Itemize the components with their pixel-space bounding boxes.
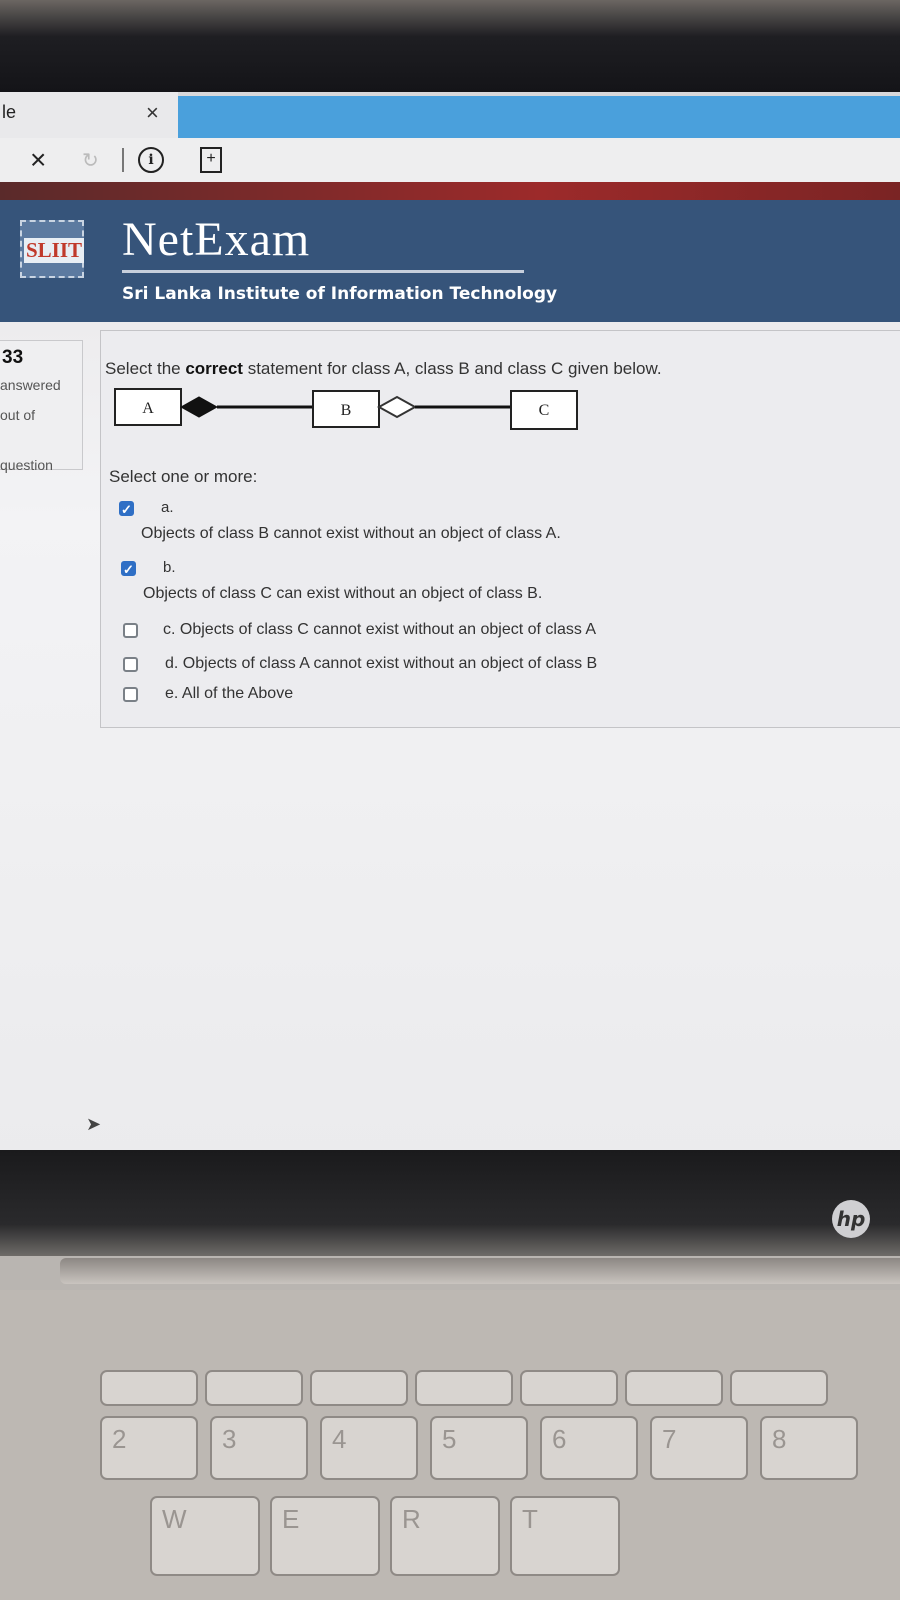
option-c-checkbox[interactable] [123,623,138,638]
composition-diamond [179,396,219,418]
keyboard: 2 3 4 5 6 7 8 W E R T [0,1290,900,1600]
prompt-text-start: Select the [105,359,186,378]
key-r: R [390,1496,500,1576]
hp-logo: hp [832,1200,870,1238]
key-2: 2 [100,1416,198,1480]
logo-text: SLIIT [24,238,85,263]
institute-name: Sri Lanka Institute of Information Techn… [122,284,558,304]
laptop-bezel-top [0,0,900,92]
key-e: E [270,1496,380,1576]
option-a-text: Objects of class B cannot exist without … [141,525,561,542]
mouse-cursor-icon: ➤ [86,1114,102,1134]
function-key [310,1370,408,1406]
question-info-panel: 33 answered out of question [0,340,83,473]
key-6: 6 [540,1416,638,1480]
laptop-hinge [60,1258,900,1284]
option-b-checkbox[interactable]: ✓ [121,561,136,576]
flag-question-label[interactable]: question [0,457,53,473]
function-key [520,1370,618,1406]
key-t: T [510,1496,620,1576]
tab-close-icon[interactable]: × [146,100,159,126]
tab-title: le [2,102,17,122]
question-status: answered [0,377,61,393]
option-e-checkbox[interactable] [123,687,138,702]
key-8: 8 [760,1416,858,1480]
site-header: SLIIT NetExam Sri Lanka Institute of Inf… [0,200,900,322]
browser-tab[interactable]: le × [0,92,178,138]
question-marks: out of [0,407,36,423]
question-number: 33 [2,347,24,368]
screen: le × × ↻ i + SLIIT NetExam Sri Lanka Ins… [0,92,900,1162]
question-prompt: Select the correct statement for class A… [105,359,662,379]
key-5: 5 [430,1416,528,1480]
sliit-logo: SLIIT [20,220,85,278]
toolbar-divider [122,148,124,172]
option-a-letter: a. [161,499,174,516]
close-icon[interactable]: × [30,144,46,176]
option-d-checkbox[interactable] [123,657,138,672]
function-key [415,1370,513,1406]
aggregation-diamond [376,395,418,419]
tab-strip: le × [0,92,900,138]
browser-toolbar: × ↻ i + [0,138,900,182]
option-a-checkbox[interactable]: ✓ [119,501,134,516]
key-7: 7 [650,1416,748,1480]
laptop-bezel-bottom [0,1150,900,1256]
key-3: 3 [210,1416,308,1480]
option-b-letter: b. [163,559,176,576]
uml-class-diagram: A B C [114,388,578,430]
new-page-icon[interactable]: + [200,147,222,173]
brand-title: NetExam [122,213,311,266]
function-key [625,1370,723,1406]
header-accent-bar [0,182,900,200]
option-e-text: e. All of the Above [165,685,294,702]
class-c-label: C [539,402,550,419]
function-key [100,1370,198,1406]
reload-icon[interactable]: ↻ [82,148,99,173]
function-key [205,1370,303,1406]
option-c-text: c. Objects of class C cannot exist witho… [163,621,597,638]
prompt-text-end: statement for class A, class B and class… [242,359,662,378]
active-tab-area[interactable] [178,96,900,138]
info-icon[interactable]: i [138,147,164,173]
key-w: W [150,1496,260,1576]
question-card: Select the correct statement for class A… [100,330,900,728]
option-b-text: Objects of class C can exist without an … [143,585,543,602]
function-key [730,1370,828,1406]
key-4: 4 [320,1416,418,1480]
brand-divider [122,270,524,273]
select-instruction: Select one or more: [109,467,258,486]
prompt-emphasis: correct [185,359,243,378]
class-a-label: A [142,400,154,417]
class-b-label: B [341,402,352,419]
option-d-text: d. Objects of class A cannot exist witho… [165,655,598,672]
